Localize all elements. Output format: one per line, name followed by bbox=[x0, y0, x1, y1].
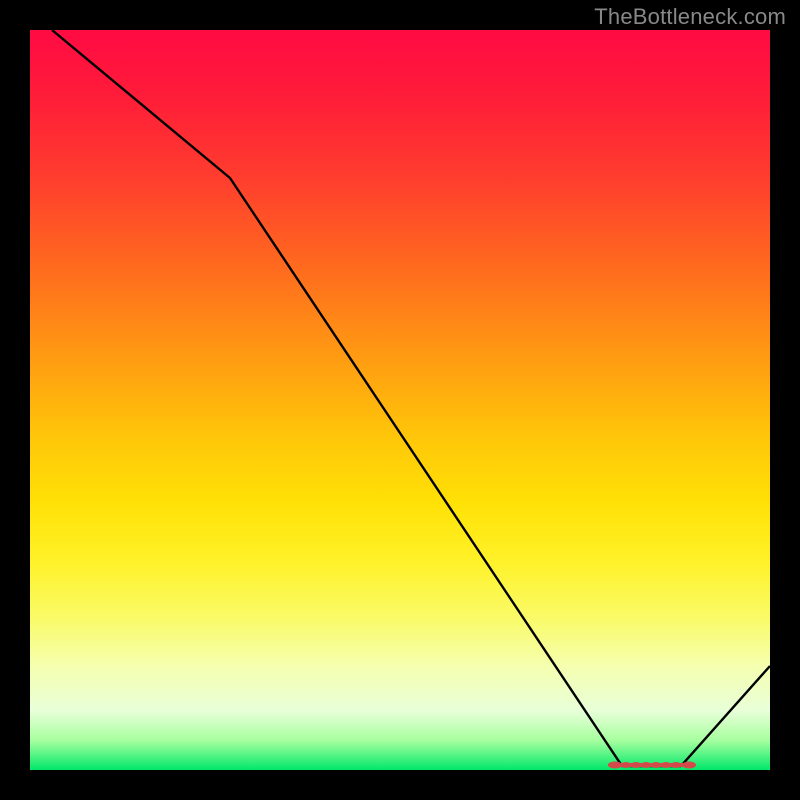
marker-band bbox=[608, 762, 696, 769]
line-plot bbox=[30, 30, 770, 770]
source-label: TheBottleneck.com bbox=[594, 4, 786, 30]
chart-frame: TheBottleneck.com bbox=[0, 0, 800, 800]
curve-path bbox=[52, 30, 770, 766]
plot-area bbox=[30, 30, 770, 770]
